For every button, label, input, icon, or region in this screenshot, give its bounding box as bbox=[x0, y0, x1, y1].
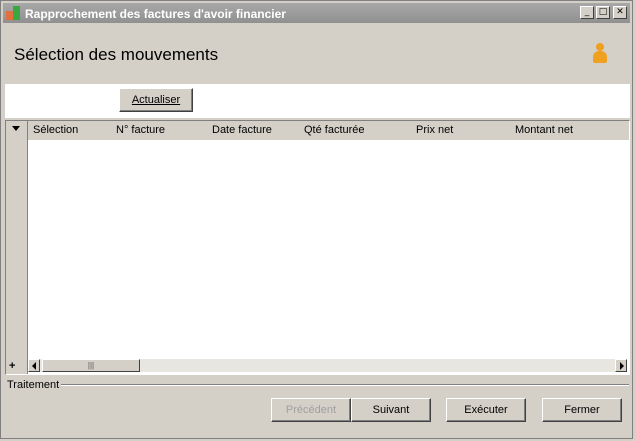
close-button[interactable]: Fermer bbox=[542, 398, 622, 422]
column-header-net-price[interactable]: Prix net bbox=[416, 124, 453, 136]
title-bar[interactable]: Rapprochement des factures d'avoir finan… bbox=[3, 3, 630, 23]
horizontal-scrollbar[interactable]: ||| bbox=[28, 359, 627, 372]
column-header-net-amount[interactable]: Montant net bbox=[515, 124, 573, 136]
column-header-row: Sélection N° facture Date facture Qté fa… bbox=[28, 121, 629, 140]
refresh-button-label: Actualiser bbox=[131, 94, 181, 106]
group-divider bbox=[61, 384, 629, 386]
arrow-left-icon bbox=[32, 362, 36, 370]
row-selector-column: + bbox=[6, 121, 28, 374]
add-row-icon[interactable]: + bbox=[9, 360, 15, 372]
column-header-invoice-date[interactable]: Date facture bbox=[212, 124, 272, 136]
app-icon bbox=[6, 6, 22, 20]
main-window: Rapprochement des factures d'avoir finan… bbox=[0, 0, 633, 439]
minimize-button[interactable]: _ bbox=[580, 6, 594, 19]
column-menu-arrow-icon[interactable] bbox=[12, 126, 20, 131]
person-icon bbox=[592, 43, 608, 65]
arrow-right-icon bbox=[620, 362, 624, 370]
page-title: Sélection des mouvements bbox=[14, 45, 219, 64]
page-header: Sélection des mouvements bbox=[5, 25, 630, 83]
column-header-quantity-invoiced[interactable]: Qté facturée bbox=[304, 124, 365, 136]
scroll-right-button[interactable] bbox=[615, 359, 627, 372]
scroll-thumb[interactable]: ||| bbox=[42, 359, 140, 372]
maximize-button[interactable]: □ bbox=[596, 6, 610, 19]
window-title: Rapprochement des factures d'avoir finan… bbox=[25, 7, 286, 21]
close-window-button[interactable]: ✕ bbox=[613, 6, 627, 19]
scroll-left-button[interactable] bbox=[28, 359, 40, 372]
movements-grid[interactable]: + Sélection N° facture Date facture Qté … bbox=[5, 120, 630, 375]
next-button[interactable]: Suivant bbox=[351, 398, 431, 422]
previous-button[interactable]: Précédent bbox=[271, 398, 351, 422]
execute-button[interactable]: Exécuter bbox=[446, 398, 526, 422]
toolbar: Actualiser bbox=[5, 84, 630, 118]
column-header-selection[interactable]: Sélection bbox=[33, 124, 78, 136]
processing-group-label: Traitement bbox=[7, 379, 60, 391]
column-header-invoice-number[interactable]: N° facture bbox=[116, 124, 165, 136]
refresh-button[interactable]: Actualiser bbox=[119, 88, 193, 112]
